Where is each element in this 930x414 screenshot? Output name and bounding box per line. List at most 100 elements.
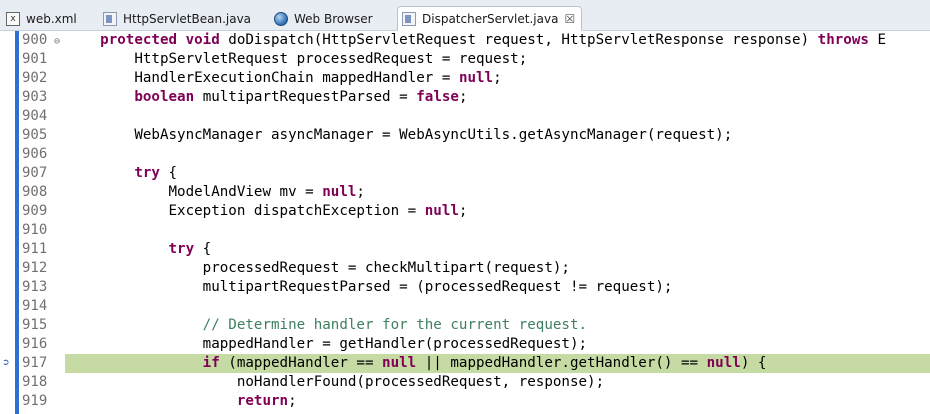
line-number: 903: [22, 89, 48, 105]
line-number: 902: [22, 70, 48, 86]
tab-web-browser[interactable]: Web Browser: [274, 6, 373, 31]
line-number: 913: [22, 279, 48, 295]
code-text: processedRequest = checkMultipart(reques…: [66, 259, 570, 278]
code-text: if (mappedHandler == null || mappedHandl…: [66, 354, 767, 373]
tab-httpservletbean-java[interactable]: HttpServletBean.java: [103, 6, 251, 31]
code-line[interactable]: 911 try {: [0, 240, 930, 259]
line-number: 912: [22, 260, 48, 276]
fold-toggle-icon[interactable]: ⊖: [54, 32, 60, 51]
code-line[interactable]: 906: [0, 145, 930, 164]
line-number: 911: [22, 241, 48, 257]
keyword: null: [458, 70, 494, 86]
keyword: null: [322, 184, 357, 200]
code-token: ModelAndView mv =: [168, 184, 323, 200]
line-number: 916: [22, 336, 48, 352]
line-number: 918: [22, 374, 48, 390]
code-line[interactable]: 918 noHandlerFound(processedRequest, res…: [0, 373, 930, 392]
code-line[interactable]: 903 boolean multipartRequestParsed = fal…: [0, 88, 930, 107]
code-line[interactable]: 902 HandlerExecutionChain mappedHandler …: [0, 69, 930, 88]
line-number: 905: [22, 127, 48, 143]
keyword: throws: [817, 32, 878, 48]
code-token: doDispatch(HttpServletRequest request, H…: [228, 32, 818, 48]
code-token: {: [202, 241, 212, 257]
tab-label: Web Browser: [294, 11, 373, 26]
code-line[interactable]: 914: [0, 297, 930, 316]
code-line[interactable]: 905 WebAsyncManager asyncManager = WebAs…: [0, 126, 930, 145]
code-token: ;: [458, 89, 468, 105]
code-line[interactable]: 919 return;: [0, 392, 930, 411]
code-token: processedRequest = checkMultipart(reques…: [202, 260, 570, 276]
code-token: || mappedHandler.getHandler() ==: [424, 355, 707, 371]
keyword: return: [236, 393, 289, 409]
code-text: // Determine handler for the current req…: [66, 316, 587, 335]
code-token: ;: [288, 393, 297, 409]
code-token: Exception dispatchException =: [168, 203, 425, 219]
code-line[interactable]: 915 // Determine handler for the current…: [0, 316, 930, 335]
current-line[interactable]: ➲ 917 if (mappedHandler == null || mapped…: [0, 354, 930, 373]
code-line[interactable]: 901 HttpServletRequest processedRequest …: [0, 50, 930, 69]
code-line[interactable]: 904: [0, 107, 930, 126]
code-token: mappedHandler = getHandler(processedRequ…: [202, 336, 588, 352]
comment: // Determine handler for the current req…: [202, 317, 588, 333]
tab-web-xml[interactable]: x web.xml: [6, 6, 77, 31]
code-line[interactable]: 909 Exception dispatchException = null;: [0, 202, 930, 221]
line-number: 904: [22, 108, 48, 124]
code-text: multipartRequestParsed = (processedReque…: [66, 278, 673, 297]
code-token: {: [168, 165, 178, 181]
code-token: ;: [458, 203, 468, 219]
keyword: null: [424, 203, 459, 219]
code-token: multipartRequestParsed = (processedReque…: [202, 279, 673, 295]
line-number: 901: [22, 51, 48, 67]
code-token: ) {: [740, 355, 767, 371]
line-number: 909: [22, 203, 48, 219]
globe-icon: [274, 11, 288, 26]
keyword: null: [706, 355, 741, 371]
keyword: false: [416, 89, 459, 105]
java-file-icon: [402, 11, 416, 26]
code-token: noHandlerFound(processedRequest, respons…: [236, 374, 605, 390]
keyword: try: [134, 165, 169, 181]
line-number: 914: [22, 298, 48, 314]
code-token: E: [877, 32, 887, 48]
code-token: WebAsyncManager asyncManager = WebAsyncU…: [134, 127, 733, 143]
tab-label: web.xml: [26, 11, 77, 26]
code-editor[interactable]: 900 ⊖ protected void doDispatch(HttpServl…: [0, 31, 930, 414]
code-text: WebAsyncManager asyncManager = WebAsyncU…: [66, 126, 732, 145]
keyword: null: [382, 355, 425, 371]
tab-label: DispatcherServlet.java: [422, 11, 559, 26]
code-text: protected void doDispatch(HttpServletReq…: [66, 31, 886, 50]
code-text: HttpServletRequest processedRequest = re…: [66, 50, 527, 69]
code-line[interactable]: 910: [0, 221, 930, 240]
code-text: try {: [66, 240, 212, 259]
line-number: 908: [22, 184, 48, 200]
code-text: noHandlerFound(processedRequest, respons…: [66, 373, 604, 392]
code-text: HandlerExecutionChain mappedHandler = nu…: [66, 69, 502, 88]
code-line[interactable]: 913 multipartRequestParsed = (processedR…: [0, 278, 930, 297]
code-text: boolean multipartRequestParsed = false;: [66, 88, 468, 107]
code-token: ;: [356, 184, 365, 200]
code-line[interactable]: 907 try {: [0, 164, 930, 183]
code-token: ;: [493, 70, 502, 86]
tab-dispatcherservlet-java[interactable]: DispatcherServlet.java ☒: [397, 6, 583, 31]
code-text: ModelAndView mv = null;: [66, 183, 365, 202]
keyword: if: [202, 355, 229, 371]
line-number: 907: [22, 165, 48, 181]
code-token: (mappedHandler ==: [228, 355, 383, 371]
code-token: multipartRequestParsed =: [202, 89, 417, 105]
code-line[interactable]: 912 processedRequest = checkMultipart(re…: [0, 259, 930, 278]
code-text: mappedHandler = getHandler(processedRequ…: [66, 335, 587, 354]
code-line[interactable]: 908 ModelAndView mv = null;: [0, 183, 930, 202]
xml-file-icon: x: [6, 11, 20, 26]
line-number: 906: [22, 146, 48, 162]
instruction-pointer-icon: ➲: [2, 358, 10, 368]
code-token: HttpServletRequest processedRequest = re…: [134, 51, 528, 67]
code-text: try {: [66, 164, 177, 183]
code-line[interactable]: 900 ⊖ protected void doDispatch(HttpServl…: [0, 31, 930, 50]
java-file-icon: [103, 11, 117, 26]
line-number: 910: [22, 222, 48, 238]
keyword: try: [168, 241, 203, 257]
keyword: boolean: [134, 89, 203, 105]
code-line[interactable]: 916 mappedHandler = getHandler(processed…: [0, 335, 930, 354]
close-tab-icon[interactable]: ☒: [564, 12, 575, 26]
tab-label: HttpServletBean.java: [123, 11, 252, 26]
